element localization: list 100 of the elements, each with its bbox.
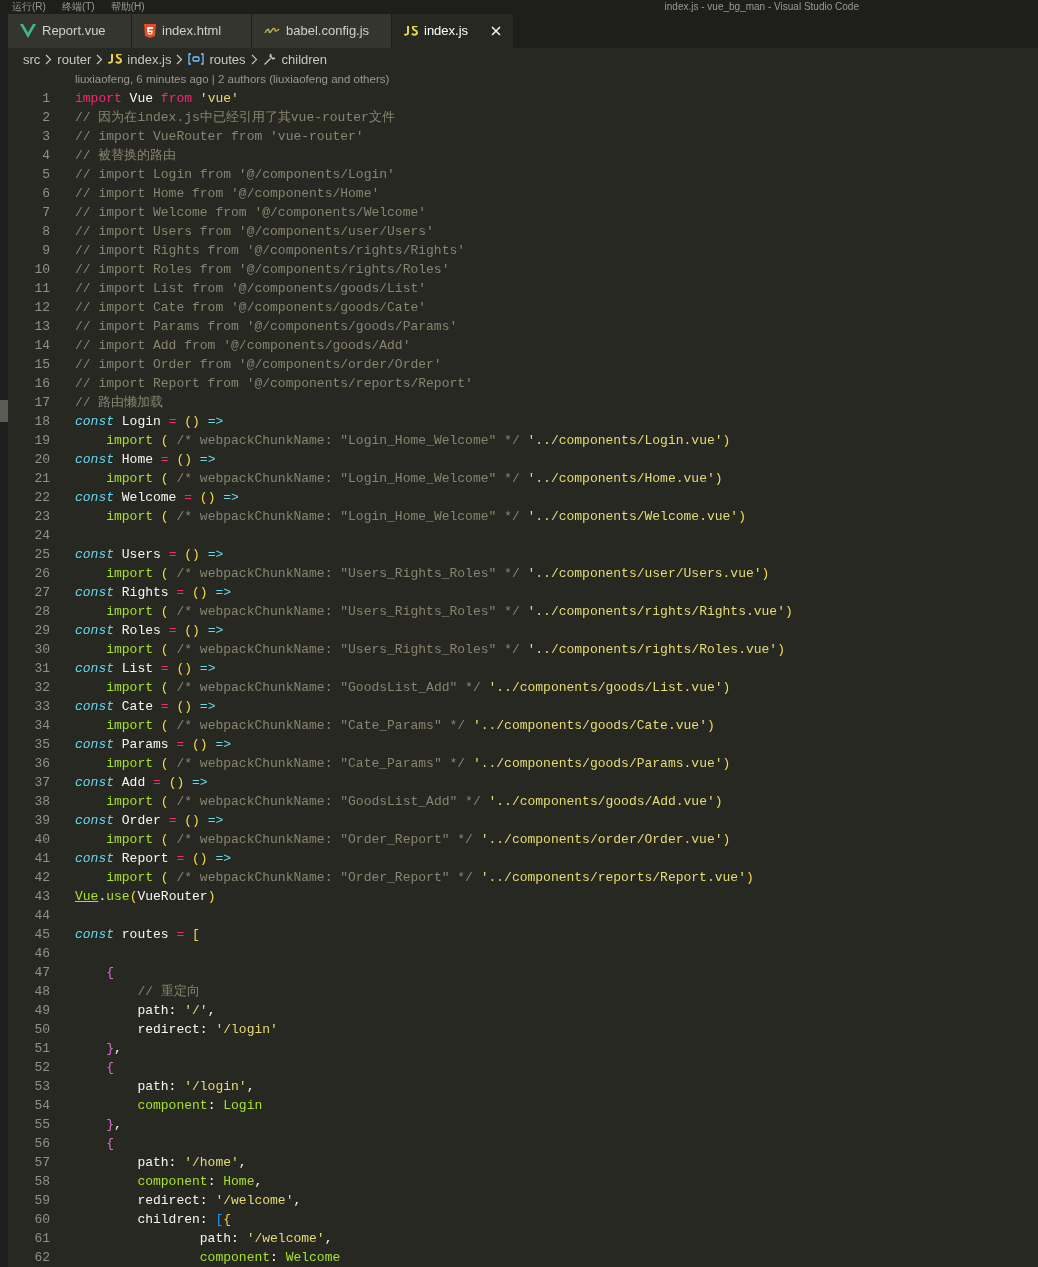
code-line: const Rights = () => <box>75 584 232 602</box>
line-number: 52 <box>33 1059 50 1077</box>
chevron-right-icon <box>176 53 184 65</box>
menu-item[interactable]: 运行(R) <box>12 0 46 13</box>
code-line: // import Report from '@/components/reports/Report' <box>75 375 473 393</box>
menu-item[interactable]: 终端(T) <box>61 0 95 13</box>
code-line: const Roles = () => <box>75 622 224 640</box>
line-number: 3 <box>41 128 50 146</box>
codelens-text[interactable]: liuxiaofeng, 6 minutes ago | 2 authors (liuxiaofeng and others) <box>75 70 390 89</box>
squiggle-icon <box>264 27 280 36</box>
line-number: 46 <box>33 945 50 963</box>
line-number: 42 <box>33 869 50 887</box>
line-number: 1 <box>41 90 50 108</box>
line-number: 38 <box>33 793 50 811</box>
wrench-icon <box>262 52 277 67</box>
code-line: // import Welcome from '@/components/Welcome' <box>75 204 427 222</box>
line-number: 59 <box>33 1192 50 1210</box>
breadcrumb-item[interactable]: index.js <box>127 49 172 70</box>
code-line: import Vue from 'vue' <box>75 90 239 108</box>
code-line: const Home = () => <box>75 451 216 469</box>
breadcrumb-item[interactable]: src <box>23 49 41 70</box>
code-line: const List = () => <box>75 660 216 678</box>
line-number: 62 <box>33 1249 50 1267</box>
line-number: 36 <box>33 755 50 773</box>
code-line: const Welcome = () => <box>75 489 239 507</box>
line-number: 34 <box>33 717 50 735</box>
editor-tab[interactable]: babel.config.js <box>252 13 392 49</box>
line-number: 37 <box>33 774 50 792</box>
code-line: import ( /* webpackChunkName: "Login_Home_Welcome" */ '../components/Login.vue') <box>105 432 731 450</box>
line-number: 4 <box>41 147 50 165</box>
line-number: 26 <box>33 565 50 583</box>
code-line: path: '/login', <box>136 1078 255 1096</box>
code-line: path: '/home', <box>136 1154 247 1172</box>
code-line: // import Rights from '@/components/rights/Rights' <box>75 242 466 260</box>
code-line: // import Home from '@/components/Home' <box>75 185 380 203</box>
line-number: 45 <box>33 926 50 944</box>
menu-item[interactable]: 帮助(H) <box>110 0 145 13</box>
code-line: // import Roles from '@/components/rights/Roles' <box>75 261 450 279</box>
close-icon[interactable] <box>491 26 501 37</box>
line-number: 28 <box>33 603 50 621</box>
line-number: 48 <box>33 983 50 1001</box>
code-line: import ( /* webpackChunkName: "Cate_Params" */ '../components/goods/Params.vue') <box>105 755 731 773</box>
line-number: 21 <box>33 470 50 488</box>
line-number: 2 <box>41 109 50 127</box>
code-line: // import Order from '@/components/order/Order' <box>75 356 442 374</box>
code-line: // import Users from '@/components/user/Users' <box>75 223 434 241</box>
code-line: // 因为在index.js中已经引用了其vue-router文件 <box>75 109 395 127</box>
breadcrumb-item[interactable]: router <box>57 49 92 70</box>
line-number: 43 <box>33 888 50 906</box>
code-line: component: Welcome <box>198 1249 341 1267</box>
code-line: Vue.use(VueRouter) <box>75 888 216 906</box>
code-line: // import Params from '@/components/goods/Params' <box>75 318 458 336</box>
breadcrumb-item[interactable]: routes <box>209 49 246 70</box>
line-number: 35 <box>33 736 50 754</box>
breadcrumb-item[interactable]: children <box>281 49 328 70</box>
line-number: 13 <box>33 318 50 336</box>
code-line: const Params = () => <box>75 736 232 754</box>
line-number: 16 <box>33 375 50 393</box>
code-line: import ( /* webpackChunkName: "Order_Report" */ '../components/order/Order.vue') <box>105 831 731 849</box>
line-number: 31 <box>33 660 50 678</box>
code-line: component: Login <box>136 1097 263 1115</box>
js-file-icon <box>108 54 123 65</box>
line-number: 53 <box>33 1078 50 1096</box>
code-line: import ( /* webpackChunkName: "Login_Home_Welcome" */ '../components/Welcome.vue') <box>105 508 746 526</box>
line-number: 33 <box>33 698 50 716</box>
code-line: import ( /* webpackChunkName: "Cate_Params" */ '../components/goods/Cate.vue') <box>105 717 715 735</box>
code-line: path: '/welcome', <box>198 1230 333 1248</box>
editor-tab[interactable]: index.js <box>392 13 514 49</box>
code-line: // import Add from '@/components/goods/Add' <box>75 337 411 355</box>
code-line: // 重定向 <box>136 983 200 1001</box>
line-number: 22 <box>33 489 50 507</box>
line-number: 60 <box>33 1211 50 1229</box>
code-line: redirect: '/login' <box>136 1021 278 1039</box>
line-number: 50 <box>33 1021 50 1039</box>
code-line: // import List from '@/components/goods/List' <box>75 280 427 298</box>
line-number: 8 <box>41 223 50 241</box>
editor-tab[interactable]: index.html <box>132 13 252 49</box>
line-number: 58 <box>33 1173 50 1191</box>
line-number: 11 <box>33 280 50 298</box>
line-number: 10 <box>33 261 50 279</box>
code-line: import ( /* webpackChunkName: "Order_Report" */ '../components/reports/Report.vue') <box>105 869 754 887</box>
code-line: import ( /* webpackChunkName: "Users_Rights_Roles" */ '../components/user/Users.vue') <box>105 565 770 583</box>
line-number: 24 <box>33 527 50 545</box>
code-line: import ( /* webpackChunkName: "Users_Rights_Roles" */ '../components/rights/Rights.vue') <box>105 603 793 621</box>
line-number: 17 <box>33 394 50 412</box>
line-number: 41 <box>33 850 50 868</box>
scrollbar-thumb[interactable] <box>0 400 8 422</box>
line-number: 9 <box>41 242 50 260</box>
editor-tab[interactable]: Report.vue <box>8 13 132 49</box>
line-number: 47 <box>33 964 50 982</box>
window-title: index.js - vue_bg_man - Visual Studio Code <box>664 0 859 13</box>
code-line: children: [{ <box>136 1211 232 1229</box>
variable-icon <box>188 53 205 66</box>
line-number: 61 <box>33 1230 50 1248</box>
line-number: 27 <box>33 584 50 602</box>
code-line: const Add = () => <box>75 774 208 792</box>
line-number: 56 <box>33 1135 50 1153</box>
code-line: const Cate = () => <box>75 698 216 716</box>
line-number: 57 <box>33 1154 50 1172</box>
line-number: 18 <box>33 413 50 431</box>
